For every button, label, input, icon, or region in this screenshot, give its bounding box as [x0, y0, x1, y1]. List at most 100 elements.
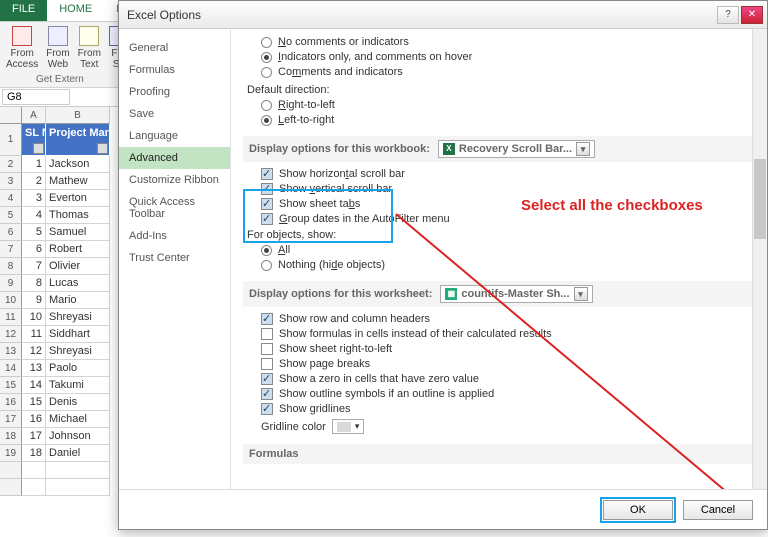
checkbox-icon [261, 388, 273, 400]
from-web[interactable]: From Web [42, 26, 73, 70]
nav-quick-access-toolbar[interactable]: Quick Access Toolbar [119, 191, 230, 225]
table-row: 10Shreyasi [22, 309, 110, 326]
checkbox-icon [261, 343, 273, 355]
row-header[interactable]: 3 [0, 173, 22, 190]
ok-button[interactable]: OK [603, 500, 673, 520]
radio-icon [261, 100, 272, 111]
nav-add-ins[interactable]: Add-Ins [119, 225, 230, 247]
comments-option[interactable]: No comments or indicators [261, 36, 759, 48]
comments-option[interactable]: Comments and indicators [261, 66, 759, 78]
comments-option[interactable]: Indicators only, and comments on hover [261, 51, 759, 63]
col-a[interactable]: A [22, 107, 46, 124]
sheet-icon: ▦ [445, 288, 457, 300]
row-header[interactable]: 17 [0, 411, 22, 428]
radio-icon [261, 67, 272, 78]
checkbox-icon [261, 183, 273, 195]
table-row: 3Everton [22, 190, 110, 207]
nav-advanced[interactable]: Advanced [119, 147, 230, 169]
col-b[interactable]: B [46, 107, 110, 124]
table-row: 13Paolo [22, 360, 110, 377]
from-access[interactable]: From Access [2, 26, 42, 70]
row-header[interactable]: 6 [0, 224, 22, 241]
worksheet-checkbox[interactable]: Show formulas in cells instead of their … [261, 328, 759, 340]
table-row: 8Lucas [22, 275, 110, 292]
row-header[interactable]: 16 [0, 394, 22, 411]
tab-home[interactable]: HOME [47, 0, 104, 21]
table-row: 7Olivier [22, 258, 110, 275]
objects-option[interactable]: Nothing (hide objects) [261, 259, 759, 271]
nav-save[interactable]: Save [119, 103, 230, 125]
table-row: 9Mario [22, 292, 110, 309]
table-row: 2Mathew [22, 173, 110, 190]
worksheet-checkbox[interactable]: Show outline symbols if an outline is ap… [261, 388, 759, 400]
row-header[interactable]: 8 [0, 258, 22, 275]
tab-file[interactable]: FILE [0, 0, 47, 21]
workbook-checkbox[interactable]: Show horizontal scroll bar [261, 168, 759, 180]
nav-trust-center[interactable]: Trust Center [119, 247, 230, 269]
checkbox-icon [261, 168, 273, 180]
dialog-footer: OK Cancel [119, 489, 767, 529]
dialog-title: Excel Options [127, 8, 715, 22]
workbook-checkbox[interactable]: Show vertical scroll bar [261, 183, 759, 195]
checkbox-icon [261, 373, 273, 385]
nav-general[interactable]: General [119, 37, 230, 59]
table-row: 15Denis [22, 394, 110, 411]
worksheet-checkbox[interactable]: Show gridlines [261, 403, 759, 415]
filter-icon[interactable] [97, 143, 108, 154]
worksheet-checkbox[interactable]: Show sheet right-to-left [261, 343, 759, 355]
row-header[interactable]: 2 [0, 156, 22, 173]
options-content: No comments or indicators Indicators only… [231, 29, 767, 489]
worksheet-combo[interactable]: ▦countifs-Master Sh...▾ [440, 285, 592, 303]
nav-proofing[interactable]: Proofing [119, 81, 230, 103]
objects-option[interactable]: All [261, 244, 759, 256]
row-header[interactable]: 10 [0, 292, 22, 309]
worksheet-checkbox[interactable]: Show a zero in cells that have zero valu… [261, 373, 759, 385]
radio-icon [261, 52, 272, 63]
row-header[interactable]: 4 [0, 190, 22, 207]
row-header[interactable]: 5 [0, 207, 22, 224]
workbook-checkbox[interactable]: Group dates in the AutoFilter menu [261, 213, 759, 225]
row-header[interactable]: 7 [0, 241, 22, 258]
access-icon [12, 26, 32, 46]
gridline-color-picker[interactable]: ▾ [332, 419, 365, 434]
row-header[interactable]: 13 [0, 343, 22, 360]
nav-customize-ribbon[interactable]: Customize Ribbon [119, 169, 230, 191]
nav-language[interactable]: Language [119, 125, 230, 147]
table-row: 18Daniel [22, 445, 110, 462]
help-button[interactable]: ? [717, 6, 739, 24]
table-row: 12Shreyasi [22, 343, 110, 360]
row-header[interactable]: 11 [0, 309, 22, 326]
checkbox-icon [261, 358, 273, 370]
worksheet-checkbox[interactable]: Show page breaks [261, 358, 759, 370]
web-icon [48, 26, 68, 46]
table-row: 16Michael [22, 411, 110, 428]
table-row: 17Johnson [22, 428, 110, 445]
checkbox-icon [261, 328, 273, 340]
row-header[interactable]: 15 [0, 377, 22, 394]
row-header[interactable]: 12 [0, 326, 22, 343]
table-header-pm[interactable]: Project Manage [46, 124, 110, 156]
direction-option[interactable]: Left-to-right [261, 114, 759, 126]
chevron-down-icon: ▾ [576, 142, 590, 156]
from-text[interactable]: From Text [74, 26, 105, 70]
cancel-button[interactable]: Cancel [683, 500, 753, 520]
checkbox-icon [261, 213, 273, 225]
table-header-sl[interactable]: SL N [22, 124, 46, 156]
filter-icon[interactable] [33, 143, 44, 154]
workbook-combo[interactable]: XRecovery Scroll Bar...▾ [438, 140, 595, 158]
nav-formulas[interactable]: Formulas [119, 59, 230, 81]
dialog-scrollbar[interactable] [752, 29, 767, 489]
table-row: 4Thomas [22, 207, 110, 224]
row-header[interactable]: 19 [0, 445, 22, 462]
name-box[interactable] [2, 89, 70, 105]
close-button[interactable]: ✕ [741, 6, 763, 24]
row-header[interactable]: 9 [0, 275, 22, 292]
radio-icon [261, 37, 272, 48]
default-direction-label: Default direction: [247, 84, 759, 96]
titlebar: Excel Options ? ✕ [119, 1, 767, 29]
worksheet-checkbox[interactable]: Show row and column headers [261, 313, 759, 325]
direction-option[interactable]: Right-to-left [261, 99, 759, 111]
chevron-down-icon: ▾ [574, 287, 588, 301]
row-header[interactable]: 18 [0, 428, 22, 445]
row-header[interactable]: 14 [0, 360, 22, 377]
